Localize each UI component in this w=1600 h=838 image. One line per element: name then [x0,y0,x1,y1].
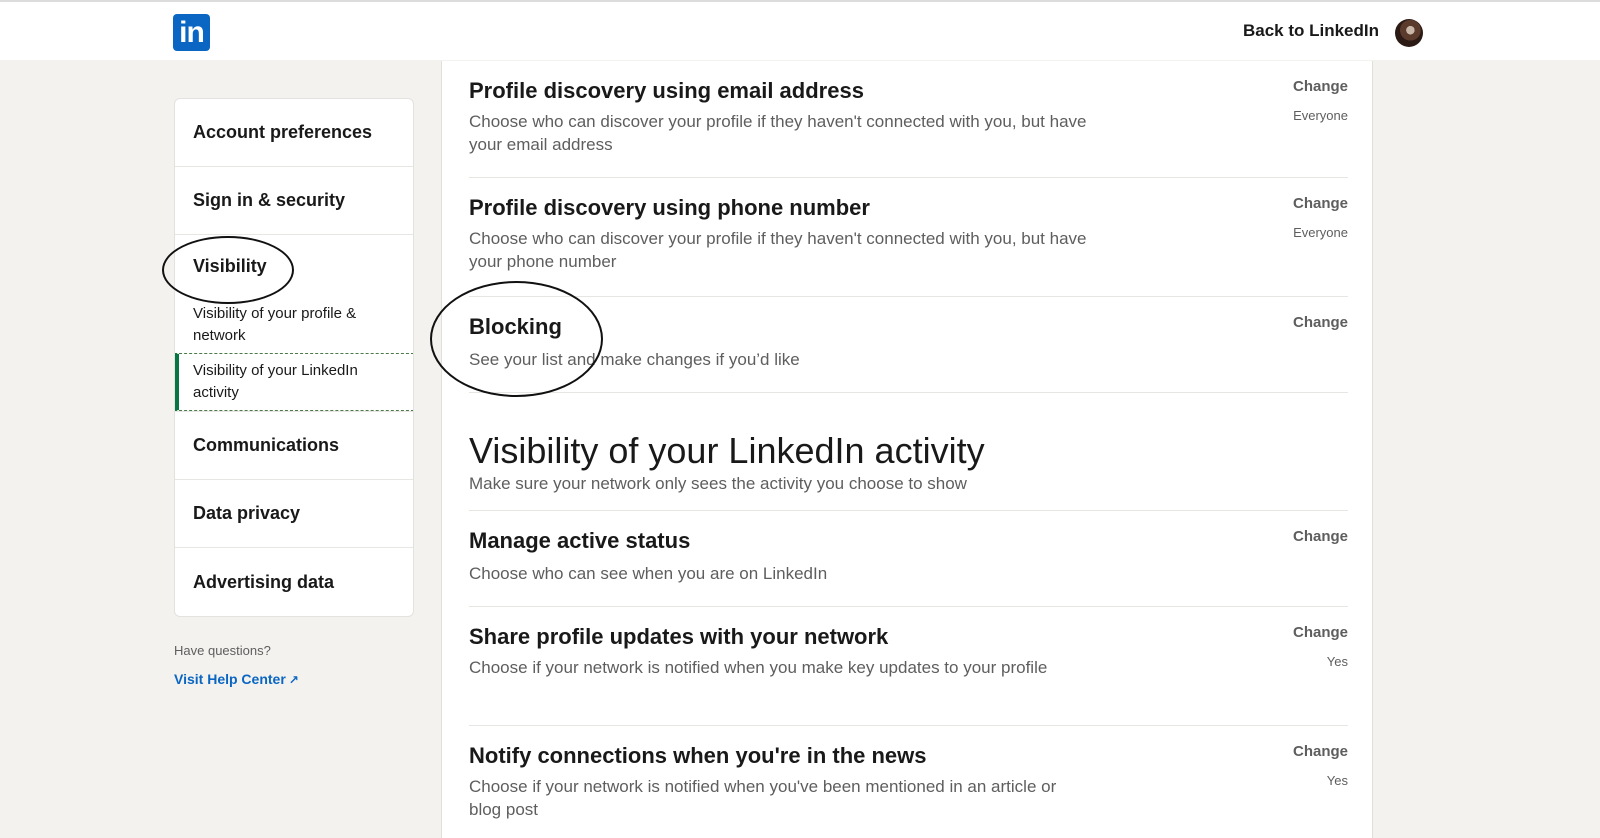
setting-value: Everyone [1293,108,1348,123]
setting-title: Manage active status [469,528,691,553]
change-button[interactable]: Change [1293,314,1348,331]
setting-row-email-discovery[interactable]: Profile discovery using email address Ch… [469,61,1348,178]
sidebar-subitem-linkedin-activity[interactable]: Visibility of your LinkedIn activity [175,353,413,411]
setting-description: Choose who can see when you are on Linke… [469,564,828,583]
visibility-submenu: Visibility of your profile & network Vis… [175,297,413,412]
setting-title: Profile discovery using email address [469,78,864,103]
sidebar-item-data-privacy[interactable]: Data privacy [175,480,413,548]
setting-description: Choose if your network is notified when … [469,777,1057,819]
change-button[interactable]: Change [1293,195,1348,212]
section-subtitle: Make sure your network only sees the act… [469,474,967,493]
settings-content: Profile discovery using email address Ch… [441,61,1373,838]
setting-value: Yes [1326,773,1348,788]
annotation-circle-blocking [430,281,603,397]
setting-description: Choose if your network is notified when … [469,658,1048,677]
avatar[interactable] [1395,19,1423,47]
settings-sidebar: Account preferences Sign in & security V… [174,98,414,617]
top-bar: in Back to LinkedIn [0,0,1600,60]
external-link-icon: ↗ [288,673,299,687]
change-button[interactable]: Change [1293,743,1348,760]
sidebar-item-communications[interactable]: Communications [175,412,413,480]
back-to-linkedin-link[interactable]: Back to LinkedIn [1243,21,1379,41]
setting-row-active-status[interactable]: Manage active status Choose who can see … [469,511,1348,607]
setting-value: Everyone [1293,225,1348,240]
have-questions-text: Have questions? [174,643,271,658]
linkedin-logo-icon[interactable]: in [173,14,210,51]
change-button[interactable]: Change [1293,624,1348,641]
change-button[interactable]: Change [1293,78,1348,95]
setting-title: Profile discovery using phone number [469,195,870,220]
annotation-circle-visibility [162,236,294,304]
setting-description: Choose who can discover your profile if … [469,112,1087,154]
setting-row-phone-discovery[interactable]: Profile discovery using phone number Cho… [469,178,1348,297]
setting-description: Choose who can discover your profile if … [469,229,1087,271]
setting-row-share-updates[interactable]: Share profile updates with your network … [469,607,1348,726]
change-button[interactable]: Change [1293,528,1348,545]
sidebar-item-advertising-data[interactable]: Advertising data [175,548,413,616]
sidebar-subitem-profile-network[interactable]: Visibility of your profile & network [175,297,413,353]
setting-title: Notify connections when you're in the ne… [469,743,927,768]
help-center-label[interactable]: Visit Help Center [174,671,286,687]
sidebar-item-sign-in-security[interactable]: Sign in & security [175,167,413,235]
help-center-link[interactable]: Visit Help Center ↗ [174,671,299,687]
section-title: Visibility of your LinkedIn activity [469,430,985,471]
setting-row-news-notify[interactable]: Notify connections when you're in the ne… [469,726,1348,838]
sidebar-item-account-preferences[interactable]: Account preferences [175,99,413,167]
setting-value: Yes [1326,654,1348,669]
setting-title: Share profile updates with your network [469,624,889,649]
